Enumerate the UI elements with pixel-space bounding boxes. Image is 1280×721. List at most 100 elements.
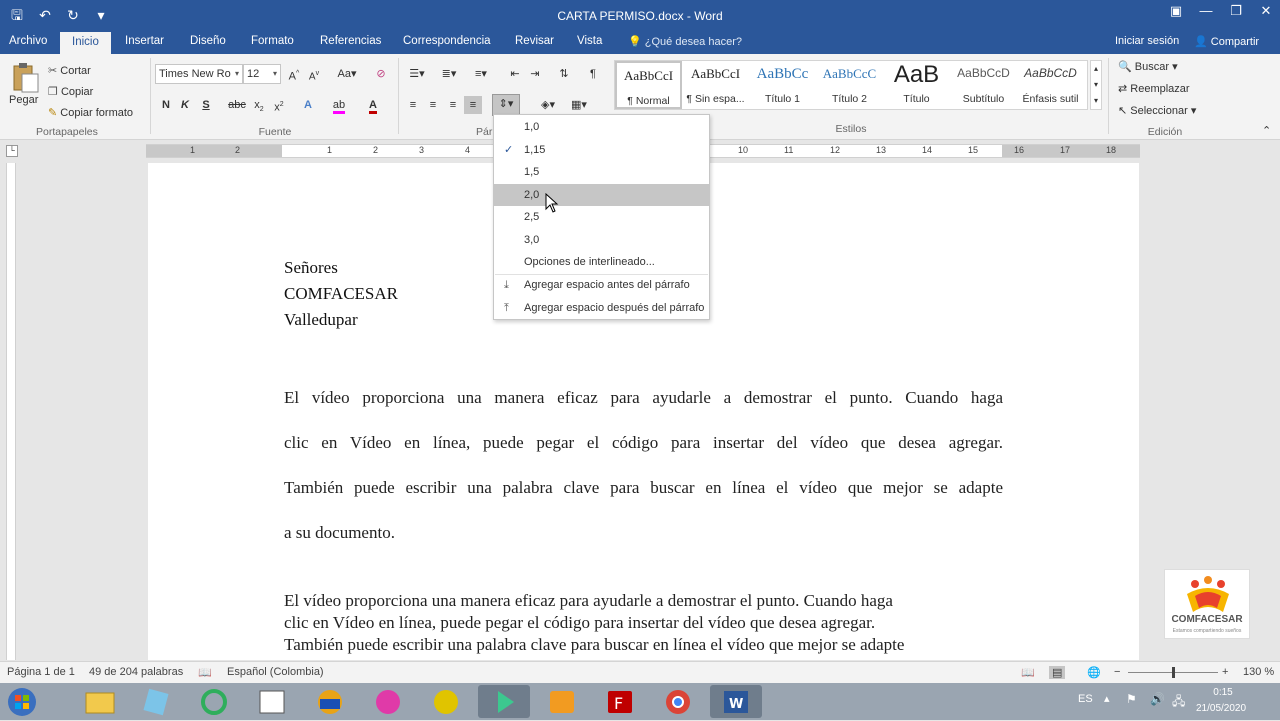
line-spacing-option[interactable]: 3,0 bbox=[494, 229, 709, 251]
tab-archivo[interactable]: Archivo bbox=[9, 35, 47, 47]
input-language[interactable]: ES bbox=[1078, 693, 1093, 705]
pilcrow-icon[interactable]: ¶ bbox=[584, 65, 602, 83]
minimize-button[interactable]: — bbox=[1192, 0, 1220, 22]
line-spacing-option[interactable]: 2,5 bbox=[494, 206, 709, 228]
network-icon[interactable]: 🖧 bbox=[1172, 692, 1185, 713]
style-no-spacing[interactable]: AaBbCcI ¶ Sin espa... bbox=[682, 61, 749, 109]
numbering-icon[interactable]: ≣▾ bbox=[436, 65, 462, 83]
font-name-combo[interactable]: Times New Ro ▾ bbox=[155, 64, 243, 84]
sort-icon[interactable]: ⇅ bbox=[555, 65, 573, 83]
taskbar-recorder-icon[interactable] bbox=[362, 685, 414, 718]
taskbar-word-icon[interactable]: W bbox=[710, 685, 762, 718]
align-left-icon[interactable]: ≡ bbox=[404, 96, 422, 114]
text-effects-icon[interactable]: A bbox=[299, 96, 317, 114]
bold-icon[interactable]: N bbox=[157, 96, 175, 114]
taskbar-active-app-icon[interactable] bbox=[478, 685, 530, 718]
word-count[interactable]: 49 de 204 palabras bbox=[89, 666, 183, 678]
underline-icon[interactable]: S bbox=[197, 96, 215, 114]
page-count[interactable]: Página 1 de 1 bbox=[7, 666, 75, 678]
style-heading-2[interactable]: AaBbCcC Título 2 bbox=[816, 61, 883, 109]
tell-me-search[interactable]: 💡 ¿Qué desea hacer? bbox=[628, 35, 742, 48]
add-space-before-item[interactable]: ⤓ Agregar espacio antes del párrafo bbox=[494, 274, 709, 296]
change-case-icon[interactable]: Aa▾ bbox=[334, 65, 360, 83]
style-heading-1[interactable]: AaBbCc Título 1 bbox=[749, 61, 816, 109]
line-spacing-icon[interactable]: ⇕▾ bbox=[492, 94, 520, 116]
taskbar-camtasia-icon[interactable] bbox=[420, 685, 472, 718]
tab-diseno[interactable]: Diseño bbox=[190, 35, 226, 47]
proofing-icon[interactable]: 📖 bbox=[198, 666, 212, 679]
bullets-icon[interactable]: ☰▾ bbox=[404, 65, 430, 83]
tab-inicio[interactable]: Inicio bbox=[60, 32, 111, 54]
show-hidden-icons-icon[interactable]: ▴ bbox=[1104, 692, 1110, 705]
read-mode-icon[interactable]: 📖 bbox=[1021, 666, 1035, 679]
action-center-icon[interactable]: ⚑ bbox=[1126, 692, 1137, 706]
line-spacing-option[interactable]: 1,5 bbox=[494, 161, 709, 183]
volume-icon[interactable]: 🔊 bbox=[1150, 692, 1165, 706]
ribbon-display-options-icon[interactable]: ▣ bbox=[1162, 0, 1190, 22]
tab-correspondencia[interactable]: Correspondencia bbox=[403, 35, 491, 47]
line-spacing-option[interactable]: 2,0 bbox=[494, 184, 709, 206]
tab-revisar[interactable]: Revisar bbox=[515, 35, 554, 47]
line-spacing-options-item[interactable]: Opciones de interlineado... bbox=[494, 251, 709, 273]
maximize-button[interactable]: ❐ bbox=[1222, 0, 1250, 22]
zoom-level[interactable]: 130 % bbox=[1243, 666, 1274, 678]
decrease-indent-icon[interactable]: ⇤ bbox=[506, 65, 524, 83]
zoom-slider-thumb[interactable] bbox=[1172, 667, 1175, 678]
taskbar-pen-app-icon[interactable] bbox=[130, 685, 182, 718]
style-subtitle[interactable]: AaBbCcD Subtítulo bbox=[950, 61, 1017, 109]
format-painter-button[interactable]: ✎ Copiar formato bbox=[48, 106, 133, 119]
shrink-font-icon[interactable]: Av bbox=[305, 65, 323, 83]
share-button[interactable]: 👤 Compartir bbox=[1194, 35, 1259, 48]
font-color-icon[interactable]: A bbox=[364, 96, 382, 114]
subscript-icon[interactable]: x2 bbox=[250, 96, 268, 114]
sign-in-link[interactable]: Iniciar sesión bbox=[1115, 35, 1179, 47]
highlight-icon[interactable]: ab bbox=[330, 96, 348, 114]
taskbar-media-player-icon[interactable] bbox=[246, 685, 298, 718]
borders-icon[interactable]: ▦▾ bbox=[566, 96, 592, 114]
taskbar-browser-icon[interactable] bbox=[188, 685, 240, 718]
clock-time[interactable]: 0:15 bbox=[1200, 687, 1246, 698]
clock-date[interactable]: 21/05/2020 bbox=[1196, 703, 1246, 714]
line-spacing-option[interactable]: 1,0 bbox=[494, 116, 709, 138]
tab-referencias[interactable]: Referencias bbox=[320, 35, 381, 47]
select-button[interactable]: ↖ Seleccionar ▾ bbox=[1118, 104, 1196, 117]
paste-button[interactable] bbox=[8, 60, 40, 93]
taskbar-sublime-icon[interactable] bbox=[536, 685, 588, 718]
web-layout-icon[interactable]: 🌐 bbox=[1087, 666, 1101, 679]
cut-button[interactable]: ✂ Cortar bbox=[48, 64, 91, 77]
add-space-after-item[interactable]: ⤒ Agregar espacio después del párrafo bbox=[494, 297, 709, 319]
tab-vista[interactable]: Vista bbox=[577, 35, 602, 47]
taskbar-filezilla-icon[interactable]: F bbox=[594, 685, 646, 718]
style-normal[interactable]: AaBbCcI ¶ Normal bbox=[615, 61, 682, 109]
vertical-ruler[interactable] bbox=[6, 163, 16, 660]
superscript-icon[interactable]: x2 bbox=[270, 96, 288, 114]
copy-button[interactable]: ❐ Copiar bbox=[48, 85, 93, 98]
collapse-ribbon-icon[interactable]: ⌃ bbox=[1262, 124, 1271, 137]
italic-icon[interactable]: K bbox=[176, 96, 194, 114]
language-indicator[interactable]: Español (Colombia) bbox=[227, 666, 324, 678]
taskbar-headphones-icon[interactable] bbox=[304, 685, 356, 718]
taskbar-chrome-icon[interactable] bbox=[652, 685, 704, 718]
taskbar-explorer-icon[interactable] bbox=[74, 685, 126, 718]
align-right-icon[interactable]: ≡ bbox=[444, 96, 462, 114]
font-size-combo[interactable]: 12 ▾ bbox=[243, 64, 281, 84]
line-spacing-option[interactable]: ✓ 1,15 bbox=[494, 139, 709, 161]
zoom-in-button[interactable]: + bbox=[1222, 666, 1228, 678]
increase-indent-icon[interactable]: ⇥ bbox=[526, 65, 544, 83]
zoom-out-button[interactable]: − bbox=[1114, 666, 1120, 678]
grow-font-icon[interactable]: A^ bbox=[285, 65, 303, 83]
tab-formato[interactable]: Formato bbox=[251, 35, 294, 47]
multilevel-list-icon[interactable]: ≡▾ bbox=[468, 65, 494, 83]
find-button[interactable]: 🔍 Buscar ▾ bbox=[1118, 60, 1178, 73]
replace-button[interactable]: ⇄ Reemplazar bbox=[1118, 82, 1190, 95]
strikethrough-icon[interactable]: abc bbox=[228, 96, 246, 114]
style-title[interactable]: AaB Título bbox=[883, 61, 950, 109]
tab-selector-icon[interactable]: └ bbox=[6, 145, 18, 157]
print-layout-icon[interactable]: ▤ bbox=[1049, 666, 1066, 679]
close-button[interactable]: ✕ bbox=[1252, 0, 1280, 22]
shading-icon[interactable]: ◈▾ bbox=[535, 96, 561, 114]
justify-icon[interactable]: ≡ bbox=[464, 96, 482, 114]
styles-scroll[interactable]: ▴ ▾ ▾ bbox=[1090, 60, 1102, 110]
align-center-icon[interactable]: ≡ bbox=[424, 96, 442, 114]
tab-insertar[interactable]: Insertar bbox=[125, 35, 164, 47]
